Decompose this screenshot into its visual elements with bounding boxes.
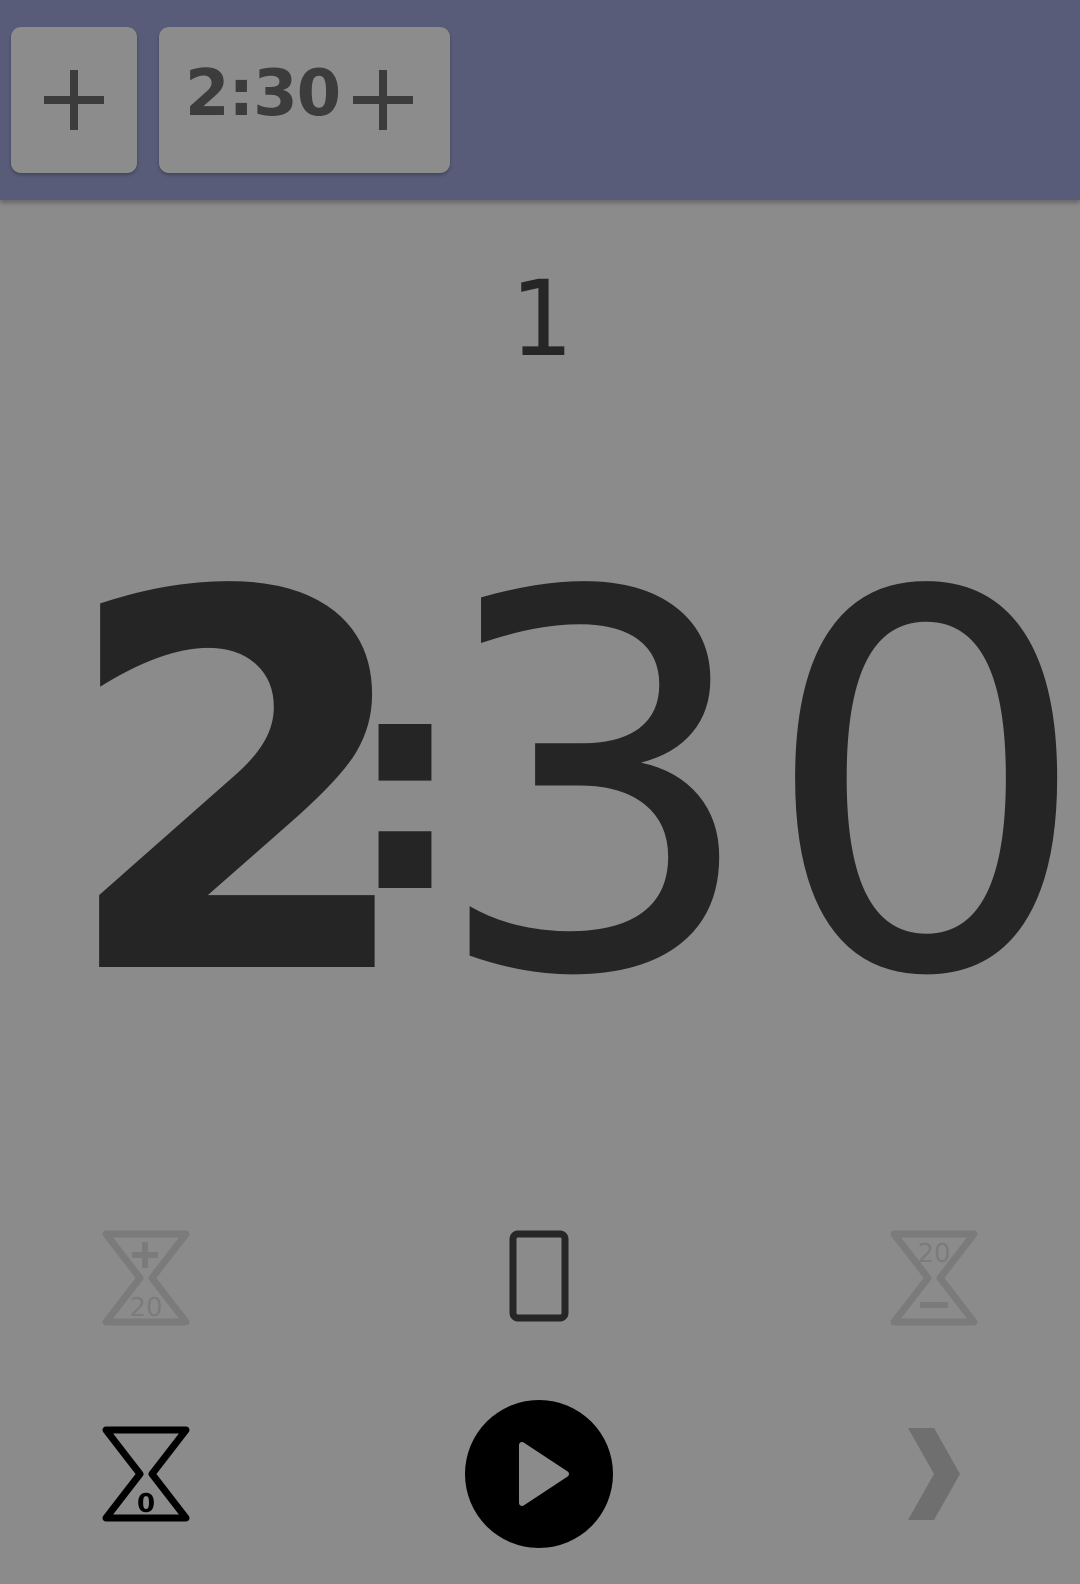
plus-icon (353, 70, 413, 130)
next-chevron-icon[interactable] (898, 1424, 968, 1524)
plus-icon (44, 70, 104, 130)
phone-screen-icon[interactable] (509, 1230, 573, 1324)
play-button[interactable] (464, 1399, 614, 1549)
add-time-hourglass-icon[interactable]: 20 (96, 1228, 196, 1328)
subtract-time-hourglass-icon[interactable]: 20 (884, 1228, 984, 1328)
reset-value: 0 (137, 1489, 155, 1519)
top-toolbar: 2:30 (0, 0, 1080, 200)
preset-timer-button[interactable]: 2:30 (159, 27, 450, 173)
timer-display: 2 : 30 (0, 527, 1080, 1047)
add-time-amount: 20 (129, 1293, 162, 1323)
round-counter: 1 (508, 258, 572, 380)
timer-seconds: 30 (430, 484, 1080, 1090)
add-timer-button[interactable] (11, 27, 137, 173)
reset-hourglass-icon[interactable]: 0 (96, 1424, 196, 1524)
subtract-time-amount: 20 (917, 1239, 950, 1269)
preset-time-label: 2:30 (185, 57, 341, 131)
